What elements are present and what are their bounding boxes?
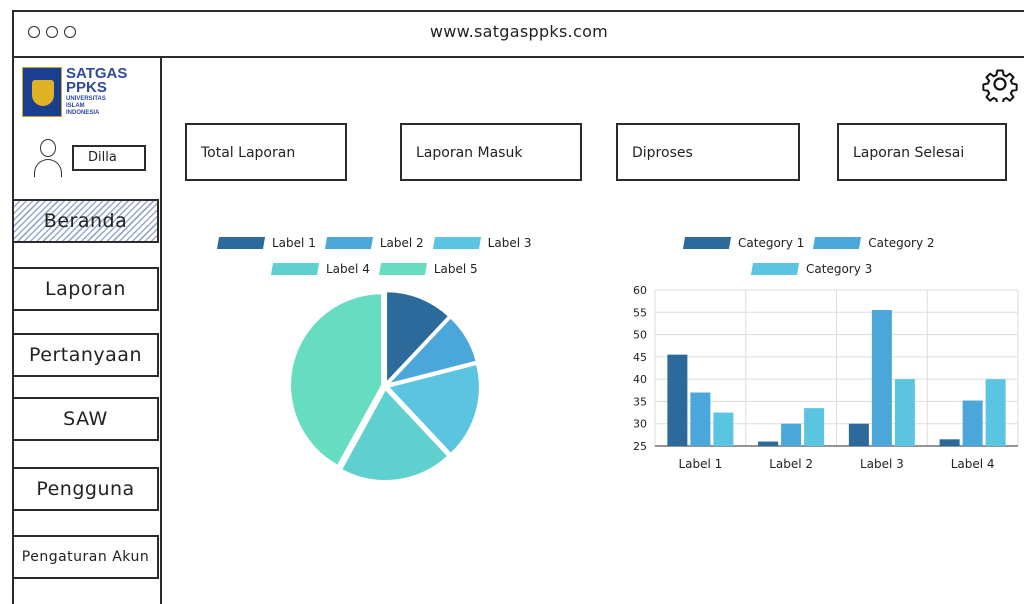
bar-legend-item-3-label: Category 3	[806, 262, 873, 276]
y-tick-label: 40	[633, 373, 647, 386]
x-tick-label: Label 4	[951, 457, 995, 471]
university-emblem-icon	[22, 67, 62, 117]
y-tick-label: 30	[633, 418, 647, 431]
pie-legend-item-2-swatch	[324, 237, 373, 249]
bar-4-series-3[interactable]	[985, 379, 1006, 446]
pie-legend-item-4-label: Label 4	[326, 262, 370, 276]
pie-legend-item-1-swatch	[216, 237, 266, 249]
bar-legend-item-2[interactable]: Category 2	[813, 236, 935, 250]
card-laporan-masuk[interactable]: Laporan Masuk	[400, 123, 582, 181]
bar-legend-row2: Category 3	[750, 262, 873, 276]
bar-3-series-1[interactable]	[848, 423, 869, 446]
bar-legend-item-1-swatch	[682, 237, 732, 249]
user-name-box: Dilla	[72, 145, 146, 171]
pie-legend-item-1-label: Label 1	[272, 236, 316, 250]
sidebar-item-pertanyaan[interactable]: Pertanyaan	[12, 333, 159, 377]
bar-4-series-2[interactable]	[962, 400, 983, 446]
logo-subtitle: UNIVERSITAS ISLAM INDONESIA	[66, 96, 106, 116]
sidebar-item-laporan[interactable]: Laporan	[12, 267, 159, 311]
bar-4-series-1[interactable]	[939, 439, 960, 446]
y-tick-label: 25	[633, 440, 647, 453]
pie-legend-row2: Label 4 Label 5	[270, 262, 478, 276]
browser-titlebar: www.satgasppks.com	[14, 12, 1024, 58]
address-bar[interactable]: www.satgasppks.com	[14, 22, 1024, 41]
pie-legend-item-2[interactable]: Label 2	[324, 236, 424, 250]
pie-chart	[289, 290, 481, 482]
bar-1-series-1[interactable]	[667, 354, 688, 446]
pie-legend-item-5-label: Label 5	[433, 262, 478, 276]
bar-2-series-3[interactable]	[804, 408, 825, 446]
logo-title-line2: PPKS	[66, 79, 107, 96]
sidebar-item-pengguna[interactable]: Pengguna	[12, 467, 159, 511]
y-tick-label: 45	[633, 351, 647, 364]
pie-legend-item-3-label: Label 3	[487, 236, 532, 250]
bar-legend-item-2-label: Category 2	[868, 236, 935, 250]
x-tick-label: Label 3	[860, 457, 904, 471]
pie-legend-item-3[interactable]: Label 3	[432, 236, 532, 250]
pie-legend-item-1[interactable]: Label 1	[216, 236, 316, 250]
pie-legend-item-4-swatch	[270, 263, 320, 275]
bar-3-series-3[interactable]	[894, 379, 915, 446]
bar-legend-item-2-swatch	[813, 237, 862, 249]
x-tick-label: Label 1	[678, 457, 722, 471]
satgas-ppks-logo: SATGAS PPKS UNIVERSITAS ISLAM INDONESIA	[22, 65, 154, 123]
pie-legend-item-3-swatch	[432, 237, 481, 249]
bar-3-series-2[interactable]	[871, 310, 892, 446]
bar-1-series-2[interactable]	[690, 392, 711, 446]
bar-1-series-3[interactable]	[713, 412, 734, 446]
pie-legend-item-2-label: Label 2	[379, 236, 424, 250]
pie-legend-item-5[interactable]: Label 5	[378, 262, 478, 276]
sidebar-item-beranda[interactable]: Beranda	[12, 199, 159, 243]
bar-2-series-2[interactable]	[781, 423, 802, 446]
card-diproses[interactable]: Diproses	[616, 123, 800, 181]
pie-legend-item-4[interactable]: Label 4	[270, 262, 370, 276]
bar-legend-item-3[interactable]: Category 3	[750, 262, 873, 276]
card-laporan-selesai[interactable]: Laporan Selesai	[837, 123, 1007, 181]
sidebar: SATGAS PPKS UNIVERSITAS ISLAM INDONESIA Di…	[12, 57, 162, 604]
y-tick-label: 60	[633, 284, 647, 297]
bar-legend-item-1[interactable]: Category 1	[682, 236, 805, 250]
card-total-laporan[interactable]: Total Laporan	[185, 123, 347, 181]
sidebar-item-saw[interactable]: SAW	[12, 397, 159, 441]
pie-legend-row1: Label 1 Label 2 Label 3	[216, 236, 532, 250]
y-tick-label: 55	[633, 306, 647, 319]
bar-chart: 25 30 35 40 45 50 55 60 Label 1 Label 2 Label 3 Lab…	[633, 284, 1019, 471]
pie-legend-item-5-swatch	[378, 263, 427, 275]
bar-legend-item-3-swatch	[750, 263, 800, 275]
x-tick-label: Label 2	[769, 457, 813, 471]
bar-legend-row1: Category 1 Category 2	[682, 236, 935, 250]
user-icon	[34, 139, 62, 179]
bar-2-series-1[interactable]	[758, 441, 779, 446]
bar-legend-item-1-label: Category 1	[738, 236, 805, 250]
y-tick-label: 50	[633, 329, 647, 342]
sidebar-item-pengaturan-akun[interactable]: Pengaturan Akun	[12, 535, 159, 579]
gear-icon[interactable]	[982, 66, 1018, 102]
y-tick-label: 35	[633, 395, 647, 408]
